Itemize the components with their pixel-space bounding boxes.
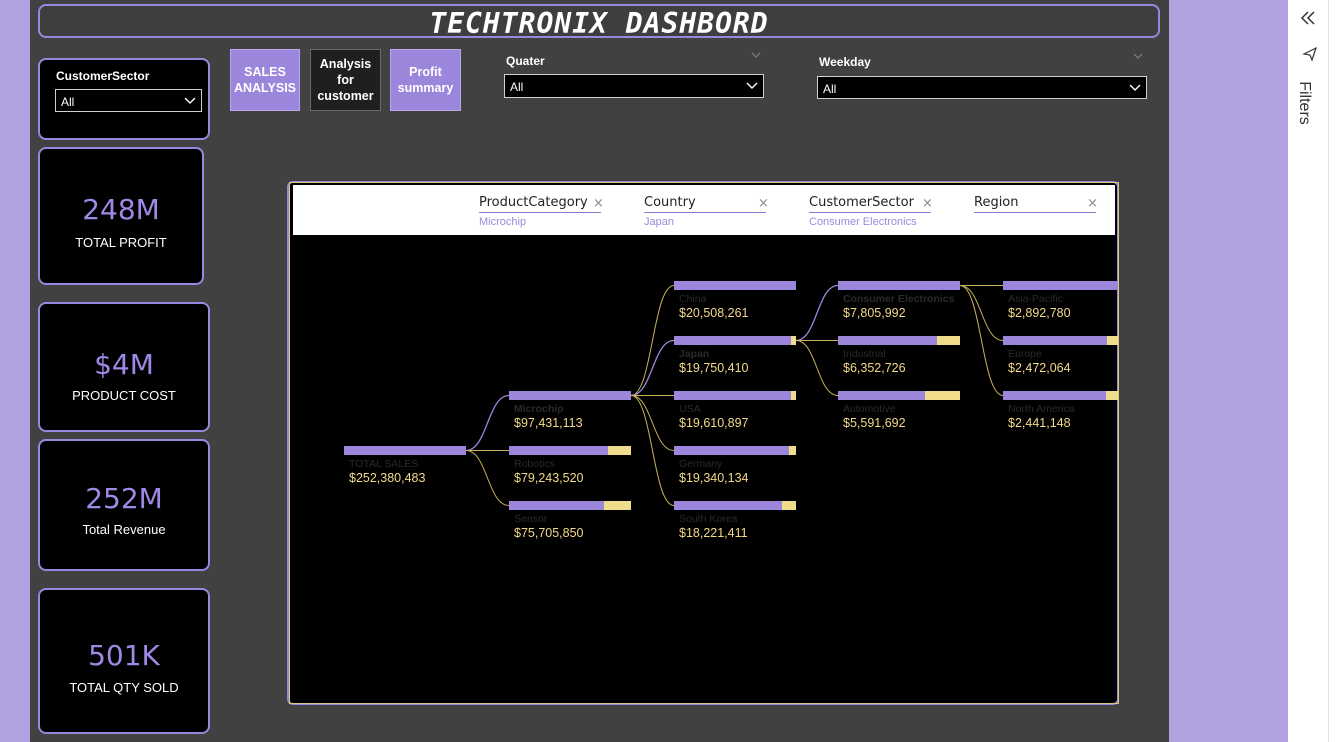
panel-divider [1328,0,1329,742]
customer-sector-value: All [61,95,75,109]
tree-link [959,285,1004,396]
tree-bar[interactable] [674,281,796,290]
tree-bar[interactable] [1003,336,1107,345]
tree-link [795,340,839,396]
tree-link [465,450,510,506]
tree-link [630,285,675,396]
customer-sector-slicer-title: CustomerSector [56,69,150,83]
kpi-total-qty-sold-label: TOTAL QTY SOLD [69,680,179,695]
tree-node-value: $19,610,897 [679,416,749,430]
send-icon[interactable] [1302,46,1318,66]
tree-bar[interactable] [1003,281,1119,290]
tree-node-value: $252,380,483 [349,471,426,485]
kpi-total-revenue-value: 252M [85,482,163,515]
kpi-total-revenue-label: Total Revenue [82,522,166,537]
tree-node-value: $19,750,410 [679,361,749,375]
tree-node-value: $79,243,520 [514,471,584,485]
kpi-total-qty-sold-value: 501K [88,639,160,672]
tree-node-value: $2,441,148 [1008,416,1071,430]
chevron-down-icon [750,50,762,63]
profit-summary-button[interactable]: Profit summary [390,49,461,111]
chevron-down-icon [184,92,196,111]
chevron-down-icon [1132,51,1144,64]
tree-node-value: $5,591,692 [843,416,906,430]
tree-node-label: Robotics [514,458,555,470]
tree-bar[interactable] [838,336,937,345]
tree-bar[interactable] [674,336,791,345]
tree-node-label: Asia-Pacific [1008,293,1063,305]
tree-link [465,394,510,452]
tree-link [795,284,839,342]
quater-filter-title: Quater [506,54,545,68]
chevron-down-icon [746,77,758,96]
tree-bar[interactable] [509,501,604,510]
tree-node-label: South Korea [679,513,738,525]
tree-node-label: Sensor [514,513,548,525]
tree-bar[interactable] [509,446,608,455]
tree-bar[interactable] [344,446,466,455]
kpi-total-profit-label: TOTAL PROFIT [75,235,167,250]
tree-node-label: TOTAL SALES [349,458,418,470]
customer-sector-dropdown[interactable]: All [55,89,202,112]
collapse-chevrons-icon[interactable] [1299,8,1317,32]
tree-node-value: $75,705,850 [514,526,584,540]
kpi-product-cost-label: PRODUCT COST [72,388,176,403]
tree-node-value: $19,340,134 [679,471,749,485]
tree-node-value: $18,221,411 [679,526,748,540]
filters-label: Filters [1295,81,1313,125]
analysis-for-customer-button[interactable]: Analysis for customer [310,49,381,111]
decomposition-tree: TOTAL SALES$252,380,483 Microchip$97,431,… [344,281,1119,540]
tree-link [630,339,675,397]
tree-node-value: $20,508,261 [679,306,749,320]
tree-bar[interactable] [838,391,925,400]
tree-node-label: Germany [679,458,723,470]
tree-node-label: USA [679,403,701,415]
quater-value: All [510,80,524,94]
tree-node-label: Japan [679,348,709,360]
tree-node-label: China [679,293,707,305]
tree-bar[interactable] [674,446,789,455]
tree-node-label: Microchip [514,403,564,415]
tree-link [959,285,1004,341]
kpi-total-revenue: 252M Total Revenue [38,439,210,571]
tree-node-value: $2,892,780 [1008,306,1071,320]
tree-bar[interactable] [509,391,631,400]
kpi-total-qty-sold: 501K TOTAL QTY SOLD [38,588,210,734]
tree-node-label: Automotive [843,403,896,415]
kpi-total-profit: 248M TOTAL PROFIT [38,147,204,285]
title-bar: TECHTRONIX DASHBORD [38,4,1160,40]
kpi-total-profit-value: 248M [82,193,160,226]
chevron-down-icon [1129,79,1141,98]
sales-analysis-button[interactable]: SALES ANALYSIS [230,49,300,111]
tree-node-label: Consumer Electronics [843,293,955,305]
weekday-filter-title: Weekday [819,55,871,69]
tree-node-label: Europe [1008,348,1042,360]
tree-bar[interactable] [674,501,782,510]
tree-node-value: $6,352,726 [843,361,906,375]
kpi-product-cost-value: $4M [94,348,154,381]
tree-node-label: Industrial [843,348,886,360]
tree-bar[interactable] [838,281,960,290]
customer-sector-slicer: CustomerSector All [38,58,210,140]
tree-link [630,395,675,506]
tree-link [630,395,675,451]
dashboard-title: TECHTRONIX DASHBORD [429,7,769,40]
tree-bar[interactable] [674,391,791,400]
kpi-product-cost: $4M PRODUCT COST [38,302,210,432]
right-side-panel: Filters [1288,0,1344,742]
tree-node-value: $7,805,992 [843,306,906,320]
tree-bar[interactable] [1003,391,1106,400]
report-canvas: TECHTRONIX DASHBORD CustomerSector All 2… [30,0,1169,742]
tree-node-label: North America [1008,403,1075,415]
filters-pane-tab[interactable]: Filters [1295,72,1322,132]
quater-dropdown[interactable]: All [504,74,764,98]
tree-node-value: $97,431,113 [514,416,583,430]
tree-node-value: $2,472,064 [1008,361,1071,375]
weekday-dropdown[interactable]: All [817,76,1147,99]
weekday-value: All [823,82,837,96]
